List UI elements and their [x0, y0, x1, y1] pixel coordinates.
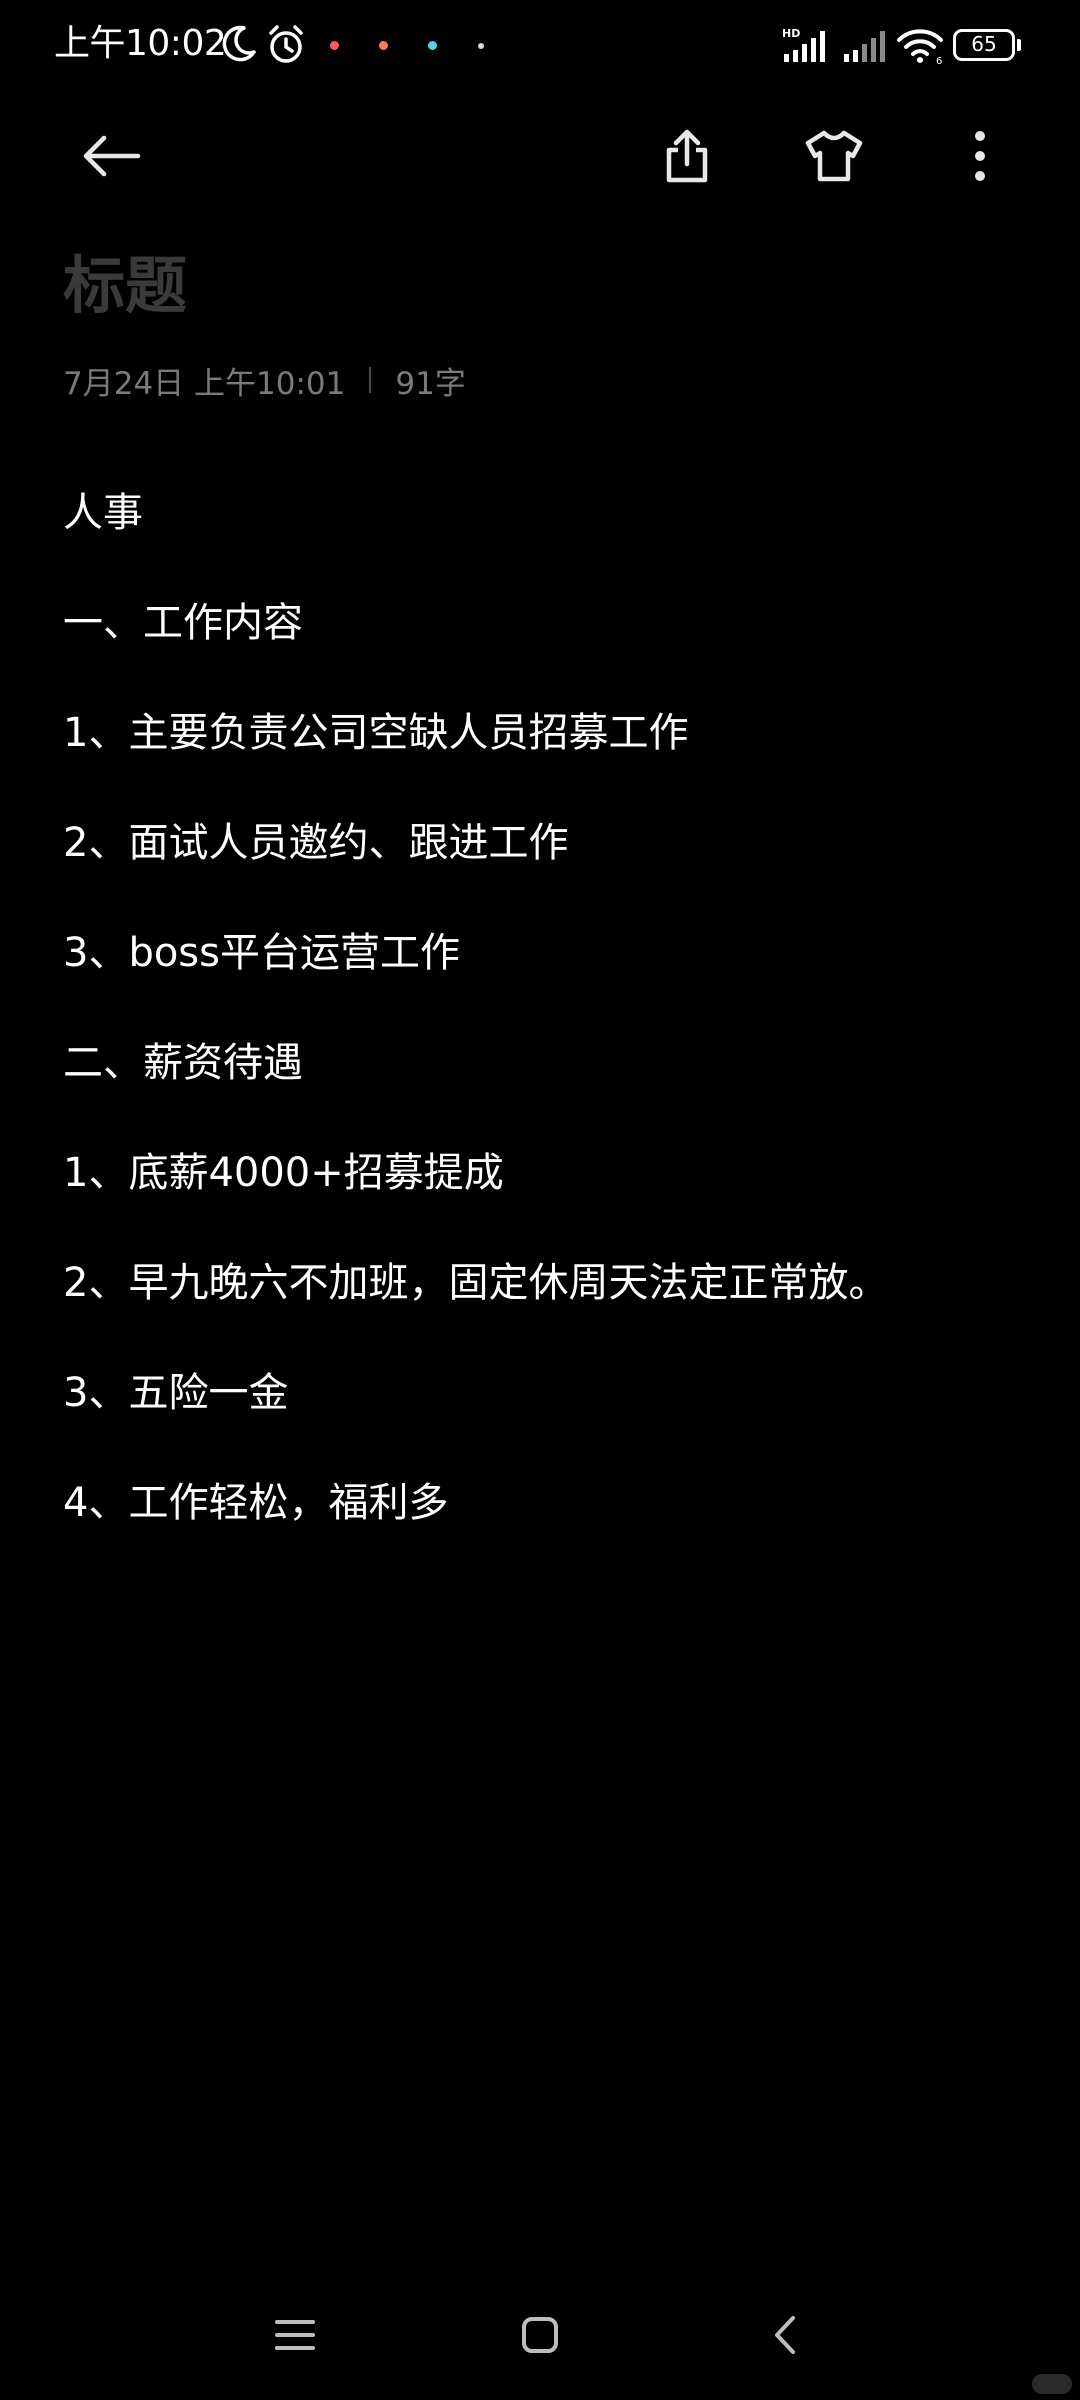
menu-icon [275, 2320, 315, 2350]
wifi-icon: 6 [896, 26, 944, 70]
note-line: 1、主要负责公司空缺人员招募工作 [63, 710, 689, 756]
notification-dot [330, 41, 339, 50]
note-line: 1、底薪4000+招募提成 [63, 1150, 504, 1196]
battery-tip [1017, 39, 1021, 51]
note-line: 3、五险一金 [63, 1370, 289, 1416]
tshirt-icon [805, 130, 863, 182]
more-options-button[interactable] [940, 116, 1020, 196]
back-button[interactable] [71, 116, 151, 196]
note-date: 7月24日 上午10:01 [63, 365, 346, 402]
note-line: 3、boss平台运营工作 [63, 930, 460, 976]
moon-icon [222, 24, 258, 68]
hd-signal-icon: HD [782, 26, 834, 68]
note-line: 人事 [63, 490, 143, 536]
svg-text:6: 6 [936, 56, 942, 66]
notification-dot [428, 41, 437, 50]
more-vertical-icon [975, 131, 985, 181]
status-time: 上午10:02 [54, 23, 227, 64]
signal-icon [842, 26, 888, 68]
note-line: 一、工作内容 [63, 600, 303, 646]
alarm-icon [266, 24, 306, 70]
note-word-count: 91字 [395, 365, 466, 402]
note-meta: 7月24日 上午10:01 91字 [63, 360, 466, 402]
back-chevron-icon [775, 2316, 795, 2354]
theme-button[interactable] [794, 116, 874, 196]
svg-text:HD: HD [782, 27, 800, 40]
home-button[interactable] [495, 2300, 585, 2370]
note-line: 4、工作轻松，福利多 [63, 1480, 449, 1526]
notification-dot [379, 41, 388, 50]
home-square-icon [522, 2317, 558, 2353]
share-icon [666, 129, 708, 183]
system-back-button[interactable] [740, 2300, 830, 2370]
battery-icon: 65 [953, 29, 1015, 61]
arrow-left-icon [83, 135, 141, 177]
status-bar: 上午10:02 HD 6 65 [0, 0, 1080, 92]
note-title-input[interactable]: 标题 [63, 248, 187, 324]
note-body-editor[interactable]: 人事 一、工作内容 1、主要负责公司空缺人员招募工作 2、面试人员邀约、跟进工作… [63, 478, 1043, 1578]
recent-apps-button[interactable] [250, 2300, 340, 2370]
watermark-logo [1032, 2374, 1072, 2394]
note-line: 2、面试人员邀约、跟进工作 [63, 820, 569, 866]
notification-dot [478, 43, 484, 49]
share-button[interactable] [647, 116, 727, 196]
note-line: 2、早九晚六不加班，固定休周天法定正常放。 [63, 1260, 889, 1306]
note-line: 二、薪资待遇 [63, 1040, 303, 1086]
meta-divider [369, 367, 372, 393]
